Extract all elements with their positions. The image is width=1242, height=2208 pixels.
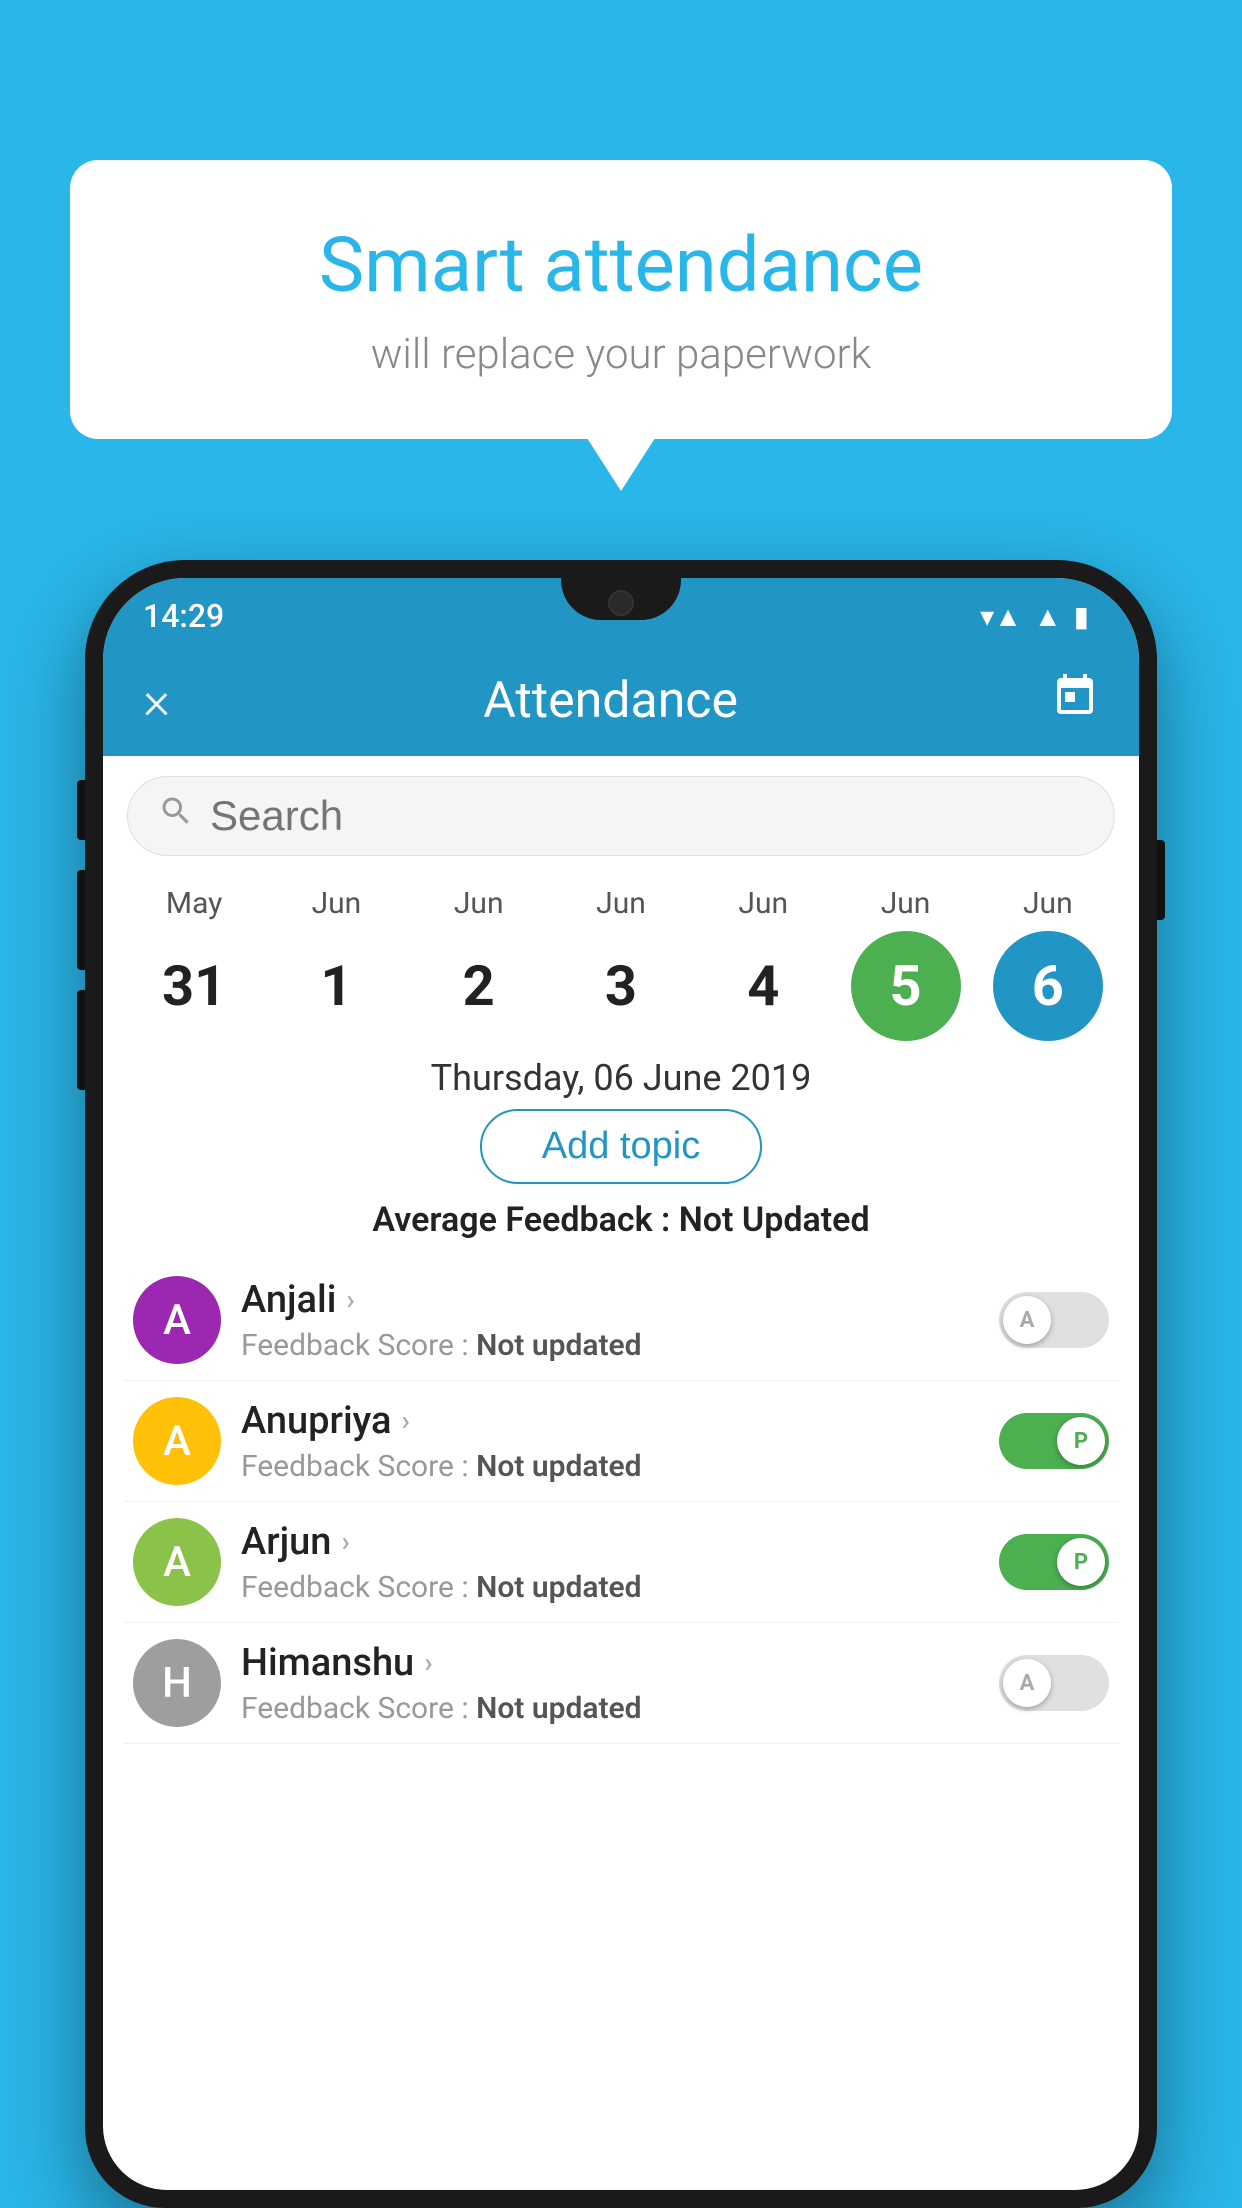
student-item[interactable]: A Anupriya › Feedback Score : Not updated P	[123, 1381, 1119, 1502]
attendance-toggle[interactable]: P	[999, 1413, 1109, 1469]
calendar-day[interactable]: Jun 2	[414, 886, 544, 1041]
cal-date-number: 1	[281, 931, 391, 1041]
cal-month-label: Jun	[454, 886, 504, 921]
app-title: Attendance	[200, 672, 1021, 730]
calendar-icon[interactable]	[1051, 672, 1099, 731]
chevron-right-icon: ›	[346, 1283, 354, 1316]
add-topic-button[interactable]: Add topic	[480, 1109, 762, 1184]
calendar-day[interactable]: Jun 5	[841, 886, 971, 1041]
student-avatar: A	[133, 1397, 221, 1485]
student-name: Himanshu ›	[241, 1641, 979, 1685]
toggle-knob: A	[1003, 1296, 1051, 1344]
cal-month-label: Jun	[738, 886, 788, 921]
student-list: AAnjali ›Feedback Score : Not updatedAAA…	[103, 1260, 1139, 1744]
calendar-day[interactable]: May 31	[129, 886, 259, 1041]
toggle-knob: P	[1057, 1417, 1105, 1465]
cal-date-number: 4	[708, 931, 818, 1041]
toggle-knob: P	[1057, 1538, 1105, 1586]
speech-bubble: Smart attendance will replace your paper…	[70, 160, 1172, 439]
student-name: Anupriya ›	[241, 1399, 979, 1443]
avg-feedback-label: Average Feedback :	[372, 1200, 678, 1240]
volume-down-button	[77, 990, 85, 1090]
volume-up-button	[77, 870, 85, 970]
close-button[interactable]: ×	[143, 675, 170, 727]
student-feedback: Feedback Score : Not updated	[241, 1449, 979, 1484]
bubble-title: Smart attendance	[150, 220, 1092, 310]
attendance-toggle[interactable]: A	[999, 1292, 1109, 1348]
student-avatar: A	[133, 1276, 221, 1364]
calendar-day[interactable]: Jun 1	[271, 886, 401, 1041]
toggle-switch[interactable]: A	[999, 1292, 1109, 1348]
toggle-switch[interactable]: P	[999, 1534, 1109, 1590]
front-camera	[608, 590, 634, 616]
app-bar: × Attendance	[103, 646, 1139, 756]
status-icons: ▾▲ ▲ ▮	[980, 600, 1089, 633]
power-button	[1157, 840, 1165, 920]
speech-bubble-container: Smart attendance will replace your paper…	[70, 160, 1172, 439]
calendar-day[interactable]: Jun 6	[983, 886, 1113, 1041]
student-feedback: Feedback Score : Not updated	[241, 1570, 979, 1605]
calendar-day[interactable]: Jun 3	[556, 886, 686, 1041]
student-info: Anjali › Feedback Score : Not updated	[241, 1278, 979, 1363]
student-avatar: H	[133, 1639, 221, 1727]
bubble-subtitle: will replace your paperwork	[150, 330, 1092, 379]
calendar-day[interactable]: Jun 4	[698, 886, 828, 1041]
cal-date-number: 2	[424, 931, 534, 1041]
avg-feedback-value: Not Updated	[679, 1200, 870, 1240]
selected-date: Thursday, 06 June 2019	[103, 1057, 1139, 1099]
cal-date-number: 3	[566, 931, 676, 1041]
chevron-right-icon: ›	[341, 1525, 349, 1558]
student-feedback: Feedback Score : Not updated	[241, 1691, 979, 1726]
search-bar[interactable]	[127, 776, 1115, 856]
toggle-knob: A	[1003, 1659, 1051, 1707]
student-name: Arjun ›	[241, 1520, 979, 1564]
mute-button	[77, 780, 85, 840]
search-input[interactable]	[210, 792, 1084, 840]
student-avatar: A	[133, 1518, 221, 1606]
cal-month-label: May	[166, 886, 222, 921]
phone-frame: 14:29 ▾▲ ▲ ▮ × Attendance	[85, 560, 1157, 2208]
attendance-toggle[interactable]: A	[999, 1655, 1109, 1711]
student-item[interactable]: A Arjun › Feedback Score : Not updated P	[123, 1502, 1119, 1623]
cal-date-number: 5	[851, 931, 961, 1041]
chevron-right-icon: ›	[424, 1646, 432, 1679]
avg-feedback: Average Feedback : Not Updated	[103, 1200, 1139, 1240]
signal-icon: ▲	[1034, 600, 1062, 633]
search-icon	[158, 793, 194, 839]
chevron-right-icon: ›	[401, 1404, 409, 1437]
wifi-icon: ▾▲	[980, 600, 1022, 633]
student-info: Arjun › Feedback Score : Not updated	[241, 1520, 979, 1605]
cal-date-number: 31	[139, 931, 249, 1041]
cal-month-label: Jun	[881, 886, 931, 921]
cal-month-label: Jun	[312, 886, 362, 921]
cal-month-label: Jun	[596, 886, 646, 921]
student-info: Himanshu › Feedback Score : Not updated	[241, 1641, 979, 1726]
status-time: 14:29	[143, 597, 224, 635]
calendar-strip: May 31 Jun 1 Jun 2 Jun 3 Jun 4 Jun 5 Jun 6	[103, 876, 1139, 1041]
battery-icon: ▮	[1074, 600, 1089, 633]
student-item[interactable]: A Anjali › Feedback Score : Not updated A	[123, 1260, 1119, 1381]
toggle-switch[interactable]: P	[999, 1413, 1109, 1469]
student-item[interactable]: H Himanshu › Feedback Score : Not updated A	[123, 1623, 1119, 1744]
student-name: Anjali ›	[241, 1278, 979, 1322]
student-feedback: Feedback Score : Not updated	[241, 1328, 979, 1363]
toggle-switch[interactable]: A	[999, 1655, 1109, 1711]
cal-month-label: Jun	[1023, 886, 1073, 921]
cal-date-number: 6	[993, 931, 1103, 1041]
student-info: Anupriya › Feedback Score : Not updated	[241, 1399, 979, 1484]
phone-screen: 14:29 ▾▲ ▲ ▮ × Attendance	[103, 578, 1139, 2190]
attendance-toggle[interactable]: P	[999, 1534, 1109, 1590]
